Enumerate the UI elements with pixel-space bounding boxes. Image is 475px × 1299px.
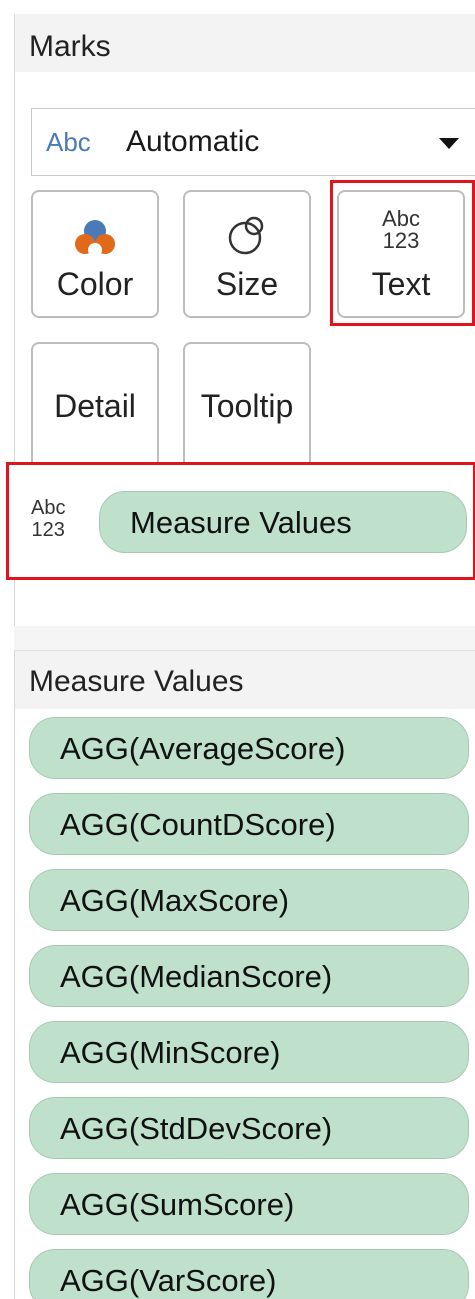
tooltip-button-label: Tooltip [200,388,294,424]
marks-card: Marks Abc Automatic Color Size Abc 123 T… [6,14,475,626]
measure-values-list: AGG(AverageScore) AGG(CountDScore) AGG(M… [29,717,474,1299]
measure-pill-sum[interactable]: AGG(SumScore) [29,1173,469,1235]
measure-pill-stddev[interactable]: AGG(StdDevScore) [29,1097,469,1159]
text-button-highlight [330,180,475,326]
dropdown-arrow-icon [439,138,459,149]
measure-pill-max[interactable]: AGG(MaxScore) [29,869,469,931]
detail-button-label: Detail [54,388,136,424]
mark-type-dropdown[interactable]: Abc Automatic [31,108,475,176]
size-icon [228,216,264,255]
shelf-icon-abc: Abc [31,497,66,519]
abc-123-icon: Abc 123 [31,497,65,541]
size-button-label: Size [215,266,279,302]
detail-button[interactable]: Detail [31,342,159,470]
abc-icon: Abc [46,127,91,157]
tooltip-button[interactable]: Tooltip [183,342,311,470]
measure-pill-median[interactable]: AGG(MedianScore) [29,945,469,1007]
color-button[interactable]: Color [31,190,159,318]
measure-pill-average[interactable]: AGG(AverageScore) [29,717,469,779]
mark-type-label: Automatic [126,125,260,158]
text-shelf: Abc 123 Measure Values [6,462,475,580]
measure-pill-min[interactable]: AGG(MinScore) [29,1021,469,1083]
measure-pill-var[interactable]: AGG(VarScore) [29,1249,469,1299]
measure-values-title: Measure Values [15,651,475,709]
measure-pill-countd[interactable]: AGG(CountDScore) [29,793,469,855]
marks-title: Marks [15,14,475,72]
measure-values-card: Measure Values AGG(AverageScore) AGG(Cou… [14,650,475,1299]
card-divider [14,626,475,650]
shelf-icon-123: 123 [31,519,65,541]
measure-values-pill[interactable]: Measure Values [99,491,467,553]
color-icon [75,220,115,257]
size-button[interactable]: Size [183,190,311,318]
color-button-label: Color [56,266,134,302]
